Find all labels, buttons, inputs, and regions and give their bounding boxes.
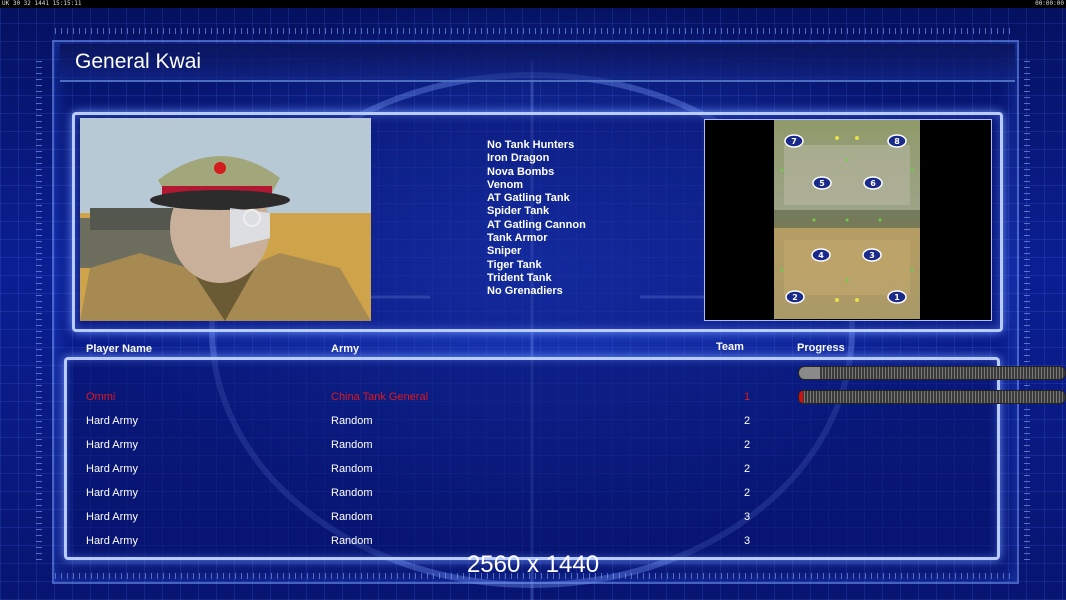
minimap[interactable]: 7 8 5 6 4 3 2 1 — [774, 120, 920, 319]
player-row: Hard Army Random 2 — [0, 415, 1066, 433]
start-pos-label: 1 — [894, 293, 900, 302]
status-clock: 00:00:00 — [1035, 0, 1064, 7]
player-team: 2 — [744, 439, 751, 451]
player-row: Hard Army Random 2 — [0, 463, 1066, 481]
ruler-top — [55, 28, 1010, 34]
progress-marker — [799, 391, 803, 403]
header-army: Army — [331, 343, 360, 355]
start-pos-label: 2 — [792, 293, 798, 302]
player-army: Random — [331, 415, 373, 427]
start-pos-label: 6 — [870, 179, 876, 188]
progress-fill — [799, 367, 821, 379]
player-row: Hard Army Random 2 — [0, 487, 1066, 505]
player-army: Random — [331, 487, 373, 499]
start-pos-label: 8 — [894, 137, 900, 146]
ruler-right — [1024, 60, 1030, 560]
player-army: Random — [331, 511, 373, 523]
restriction-item: Nova Bombs — [487, 165, 555, 178]
player-team: 2 — [744, 463, 751, 475]
player-name: Hard Army — [86, 535, 138, 547]
player-name: Hard Army — [86, 463, 138, 475]
player-name: Hard Army — [86, 415, 138, 427]
player-team: 2 — [744, 487, 751, 499]
restriction-item: Tank Armor — [487, 232, 548, 245]
progress-bar — [798, 366, 1066, 380]
header-team: Team — [716, 341, 744, 353]
progress-bar — [798, 390, 1066, 404]
restriction-item: Iron Dragon — [487, 152, 550, 165]
restriction-item: AT Gatling Cannon — [487, 218, 586, 231]
header-progress: Progress — [797, 342, 845, 354]
general-title: General Kwai — [75, 50, 202, 73]
player-row: Hard Army Random 3 — [0, 511, 1066, 529]
start-pos-label: 5 — [819, 179, 825, 188]
player-name: Hard Army — [86, 487, 138, 499]
player-army: Random — [331, 535, 373, 547]
restriction-item: Spider Tank — [487, 205, 550, 218]
ruler-left — [36, 60, 42, 560]
player-name: Hard Army — [86, 439, 138, 451]
status-left: UK 30 32 1441 15:15:11 — [2, 0, 82, 7]
players-panel — [64, 357, 1000, 560]
player-team: 2 — [744, 415, 751, 427]
title-bar — [60, 44, 1015, 82]
start-pos-label: 4 — [818, 251, 824, 260]
header-player-name: Player Name — [86, 343, 153, 355]
player-army: Random — [331, 463, 373, 475]
restriction-item: Venom — [487, 178, 524, 191]
top-status-bar: UK 30 32 1441 15:15:11 00:00:00 — [0, 0, 1066, 8]
restriction-item: Sniper — [487, 245, 522, 258]
restriction-item: No Grenadiers — [487, 285, 563, 298]
restriction-item: Trident Tank — [487, 271, 552, 284]
player-army: China Tank General — [331, 391, 429, 403]
restrictions-list: No Tank Hunters Iron Dragon Nova Bombs V… — [487, 139, 586, 299]
general-portrait — [80, 118, 371, 321]
restriction-item: No Tank Hunters — [487, 139, 575, 151]
player-name: Ommi — [86, 391, 116, 403]
restriction-item: AT Gatling Tank — [487, 192, 570, 205]
player-name: Hard Army — [86, 511, 138, 523]
restriction-item: Tiger Tank — [487, 258, 542, 271]
start-pos-label: 7 — [791, 137, 797, 146]
player-team: 1 — [744, 391, 751, 403]
start-pos-label: 3 — [869, 251, 875, 260]
resolution-label: 2560 x 1440 — [466, 551, 600, 578]
player-row: Hard Army Random 2 — [0, 439, 1066, 457]
player-army: Random — [331, 439, 373, 451]
player-team: 3 — [744, 511, 751, 523]
player-team: 3 — [744, 535, 751, 547]
